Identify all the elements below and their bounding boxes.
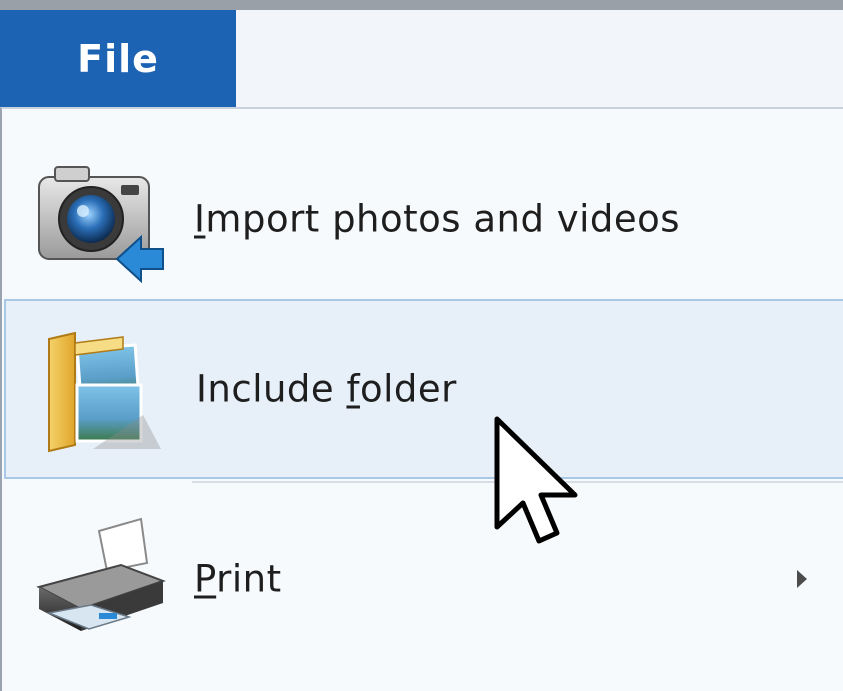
menu-item-label: Print <box>194 557 282 601</box>
menu-item-print[interactable]: Print <box>4 493 843 665</box>
file-tab[interactable]: File <box>0 10 236 107</box>
file-menu: Import photos and videos Include folder … <box>0 107 843 691</box>
menu-separator <box>192 481 843 483</box>
menu-item-label: Include folder <box>196 367 457 411</box>
file-tab-label: File <box>77 36 159 81</box>
menu-item-include-folder[interactable]: Include folder <box>4 299 843 479</box>
camera-import-icon <box>38 166 164 284</box>
menu-item-label: Import photos and videos <box>194 197 681 241</box>
pictures-folder-icon <box>48 331 161 453</box>
menu-item-import-photos-and-videos[interactable]: Import photos and videos <box>4 131 843 307</box>
printer-icon <box>36 517 166 631</box>
submenu-arrow-icon <box>797 570 807 588</box>
